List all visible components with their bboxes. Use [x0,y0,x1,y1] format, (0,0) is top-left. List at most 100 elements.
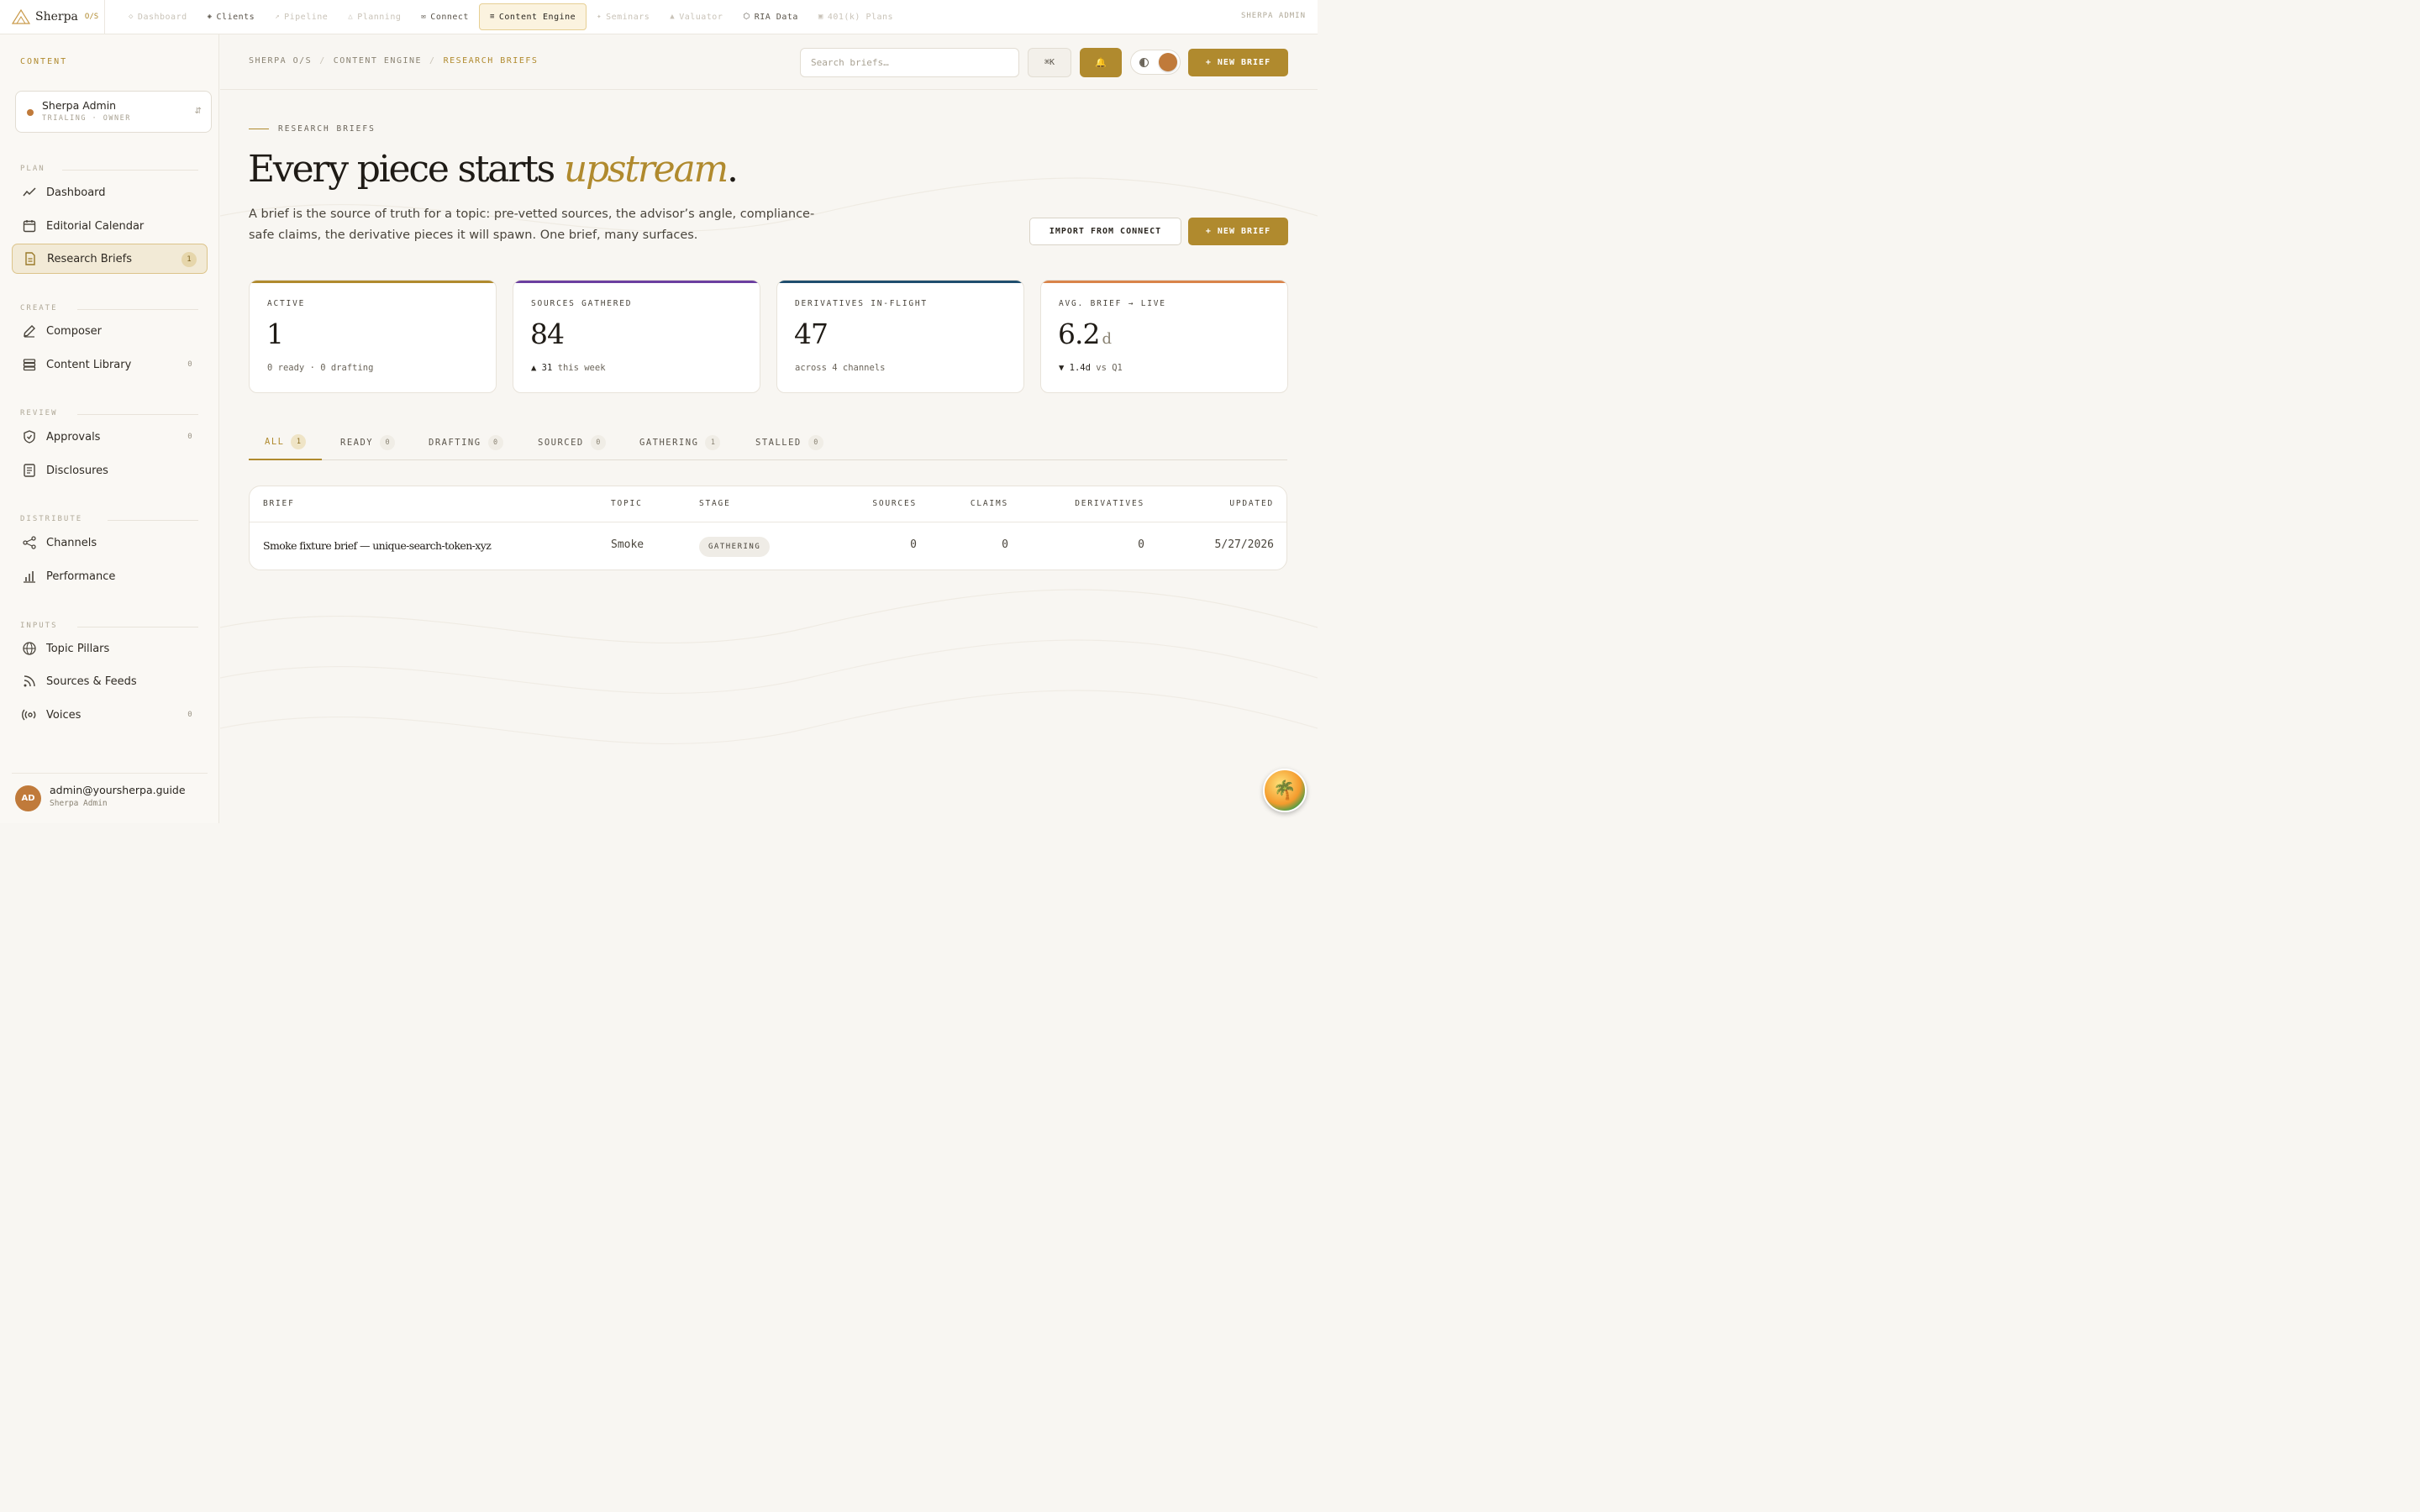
page-title: Every piece starts upstream. [248,148,739,191]
sidebar-item-label: Content Library [46,358,132,371]
account-label[interactable]: SHERPA ADMIN [1241,12,1306,20]
nav-tab-connect[interactable]: ✉ Connect [411,3,479,30]
sidebar-item-disclosures[interactable]: Disclosures [12,455,208,486]
filter-tab-sourced[interactable]: SOURCED 0 [522,424,622,460]
nav-tab-dashboard[interactable]: ◇ Dashboard [118,3,197,30]
new-brief-button[interactable]: + NEW BRIEF [1188,218,1288,245]
nav-tab-label: Valuator [679,12,723,22]
stat-label: ACTIVE [267,299,306,308]
nav-tab-icon: ▲ [670,13,676,21]
module-tabs: ◇ Dashboard ◈ Clients ↗ Pipeline △ Planning ✉ Con… [105,0,903,34]
import-from-connect-button[interactable]: IMPORT FROM CONNECT [1029,218,1181,245]
sidebar-item-label: Approvals [46,430,101,444]
sidebar-item-editorial-calendar[interactable]: Editorial Calendar [12,211,208,241]
stat-value: 47 [794,318,829,350]
stat-card-sources-gathered: SOURCES GATHERED 84 ▲ 31 this week [513,280,760,393]
filter-count-badge: 0 [380,434,396,450]
nav-tab-label: Clients [216,12,255,22]
workspace-switcher[interactable]: Sherpa Admin TRIALING · OWNER ⇵ [15,91,212,133]
sidebar-heading: CONTENT [20,57,68,66]
sidebar-item-topic-pillars[interactable]: Topic Pillars [12,633,208,664]
sidebar-item-label: Topic Pillars [46,642,110,655]
filter-tab-stalled[interactable]: STALLED 0 [739,424,839,460]
cell-updated: 5/27/2026 [1214,538,1274,551]
nav-tab-pipeline[interactable]: ↗ Pipeline [265,3,338,30]
filter-count-badge: 1 [705,434,721,450]
filter-tab-label: STALLED [755,437,802,448]
filter-tab-gathering[interactable]: GATHERING 1 [623,424,736,460]
shield-icon [22,429,37,444]
sidebar-item-label: Performance [46,570,116,583]
nav-tab-label: Dashboard [137,12,187,22]
nav-tab-valuator[interactable]: ▲ Valuator [660,3,733,30]
nav-tab-planning[interactable]: △ Planning [338,3,411,30]
page-eyebrow: RESEARCH BRIEFS [249,124,376,134]
sidebar-item-performance[interactable]: Performance [12,561,208,591]
assistant-launcher-button[interactable]: 🌴 [1263,769,1307,812]
search-input[interactable] [800,48,1019,77]
nav-tab-ria-data[interactable]: ⬡ RIA Data [733,3,808,30]
section-divider [77,414,198,415]
stat-caption: 0 ready · 0 drafting [267,363,374,373]
breadcrumb-section[interactable]: CONTENT ENGINE [334,56,422,66]
palm-island-icon: 🌴 [1273,780,1297,801]
sidebar-item-content-library[interactable]: Content Library 0 [12,349,208,380]
sidebar-item-approvals[interactable]: Approvals 0 [12,422,208,452]
stack-icon [22,357,37,372]
filter-tab-drafting[interactable]: DRAFTING 0 [413,424,519,460]
nav-tab-seminars[interactable]: ✦ Seminars [587,3,660,30]
nav-tab-clients[interactable]: ◈ Clients [197,3,266,30]
mountain-logo-icon [12,9,30,24]
filter-count-badge: 0 [808,434,823,450]
stat-card-derivatives-in-flight: DERIVATIVES IN-FLIGHT 47 across 4 channels [776,280,1024,393]
nav-tab-icon: ⬡ [743,13,750,21]
nav-tab-label: Pipeline [284,12,329,22]
breadcrumb-root[interactable]: SHERPA O/S [249,56,312,66]
sidebar-item-composer[interactable]: Composer [12,316,208,346]
sidebar: CONTENT Sherpa Admin TRIALING · OWNER ⇵ … [0,34,219,823]
table-row[interactable]: Smoke fixture brief — unique-search-toke… [250,486,1286,570]
nav-tab-icon: ✦ [597,13,602,21]
sidebar-item-sources-feeds[interactable]: Sources & Feeds [12,666,208,696]
stat-value: 6.2 d [1058,318,1112,350]
stat-accent-bar [513,281,760,283]
stat-caption: this week [552,363,606,373]
nav-tab-content-engine[interactable]: ≡ Content Engine [478,3,587,30]
stat-unit: d [1102,330,1112,348]
sidebar-section-distribute: DISTRIBUTE [20,515,83,523]
nav-tab-401-k-plans[interactable]: ▣ 401(k) Plans [808,3,903,30]
main-header: SHERPA O/S / CONTENT ENGINE / RESEARCH BRIEF… [220,34,1318,90]
new-brief-header-button[interactable]: + NEW BRIEF [1188,49,1288,76]
filter-tab-label: SOURCED [538,437,584,448]
brand[interactable]: Sherpa O/S [0,0,105,34]
command-palette-button[interactable]: ⌘K [1028,48,1071,77]
sidebar-item-voices[interactable]: Voices 0 [12,700,208,730]
nav-tab-icon: ↗ [275,13,281,21]
sidebar-item-research-briefs[interactable]: Research Briefs 1 [12,244,208,274]
notifications-button[interactable]: 🔔 [1080,48,1122,77]
sidebar-item-dashboard[interactable]: Dashboard [12,177,208,207]
sidebar-item-label: Disclosures [46,464,108,477]
filter-tab-all[interactable]: ALL 1 [249,424,323,460]
stat-card-active: ACTIVE 1 0 ready · 0 drafting [249,280,497,393]
sidebar-item-label: Channels [46,536,97,549]
section-divider [62,170,198,171]
share-icon [22,535,37,550]
filter-tab-label: ALL [265,436,285,447]
stat-label: DERIVATIVES IN-FLIGHT [795,299,928,308]
filter-tab-ready[interactable]: READY 0 [324,424,411,460]
cell-brief[interactable]: Smoke fixture brief — unique-search-toke… [263,539,492,552]
user-profile[interactable]: AD admin@yoursherpa.guide Sherpa Admin [12,773,208,823]
toggle-knob [1159,53,1177,71]
stat-label: SOURCES GATHERED [531,299,633,308]
pen-icon [22,323,37,339]
document-icon [23,251,38,266]
section-divider [77,309,198,310]
rss-icon [22,674,37,689]
sidebar-item-channels[interactable]: Channels [12,528,208,558]
eyebrow-label: RESEARCH BRIEFS [278,124,376,134]
trend-icon [22,185,37,200]
stat-caption: vs Q1 [1090,363,1123,373]
theme-toggle[interactable] [1130,50,1181,75]
filter-count-badge: 1 [291,433,307,449]
